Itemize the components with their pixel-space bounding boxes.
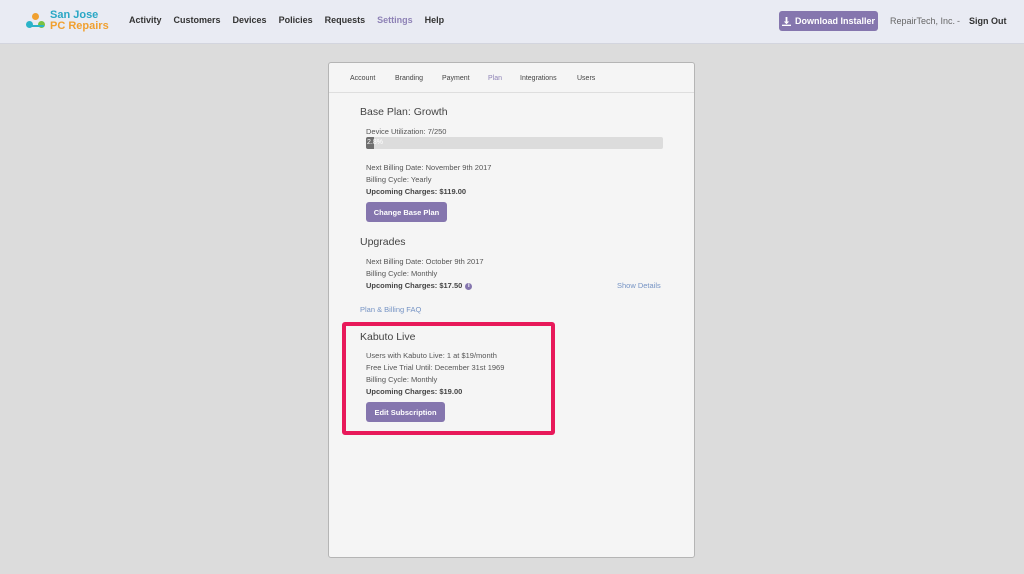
tab-payment[interactable]: Payment	[442, 75, 470, 82]
upgrades-upcoming-charges-row: Upcoming Charges: $17.50 i	[366, 281, 473, 290]
company-name: RepairTech, Inc.	[890, 16, 956, 26]
tab-integrations[interactable]: Integrations	[520, 75, 557, 82]
download-installer-label: Download Installer	[794, 16, 875, 26]
show-details-link[interactable]: Show Details	[617, 281, 661, 290]
device-utilization: Device Utilization: 7/250	[366, 127, 447, 136]
download-installer-button[interactable]: Download Installer	[779, 11, 878, 31]
company-logo[interactable]: San Jose PC Repairs	[26, 10, 109, 32]
sign-out-link[interactable]: Sign Out	[969, 16, 1007, 26]
main-nav: Activity Customers Devices Policies Requ…	[129, 15, 456, 25]
tab-account[interactable]: Account	[350, 75, 375, 82]
kabuto-live-billing-cycle: Billing Cycle: Monthly	[366, 375, 438, 384]
tab-users[interactable]: Users	[577, 75, 595, 82]
top-navigation-bar: San Jose PC Repairs Activity Customers D…	[0, 0, 1024, 44]
upgrades-billing-cycle: Billing Cycle: Monthly	[366, 269, 438, 278]
upgrades-next-billing: Next Billing Date: October 9th 2017	[366, 257, 484, 266]
logo-icon	[26, 11, 46, 31]
kabuto-live-title: Kabuto Live	[360, 331, 416, 343]
nav-policies[interactable]: Policies	[279, 15, 313, 25]
nav-requests[interactable]: Requests	[325, 15, 366, 25]
nav-help[interactable]: Help	[425, 15, 445, 25]
base-next-billing: Next Billing Date: November 9th 2017	[366, 163, 492, 172]
upgrades-upcoming-charges: Upcoming Charges: $17.50	[366, 281, 463, 290]
change-base-plan-button[interactable]: Change Base Plan	[366, 202, 447, 222]
tab-branding[interactable]: Branding	[395, 75, 423, 82]
progress-label: 2.8%	[367, 139, 383, 146]
nav-devices[interactable]: Devices	[233, 15, 267, 25]
nav-settings[interactable]: Settings	[377, 15, 413, 25]
upgrades-title: Upgrades	[360, 236, 406, 248]
logo-text-line2: PC Repairs	[50, 20, 109, 32]
plan-billing-faq-link[interactable]: Plan & Billing FAQ	[360, 305, 421, 314]
nav-customers[interactable]: Customers	[174, 15, 221, 25]
settings-panel: Account Branding Payment Plan Integratio…	[328, 62, 695, 558]
header-separator: -	[957, 16, 960, 26]
kabuto-live-free-trial: Free Live Trial Until: December 31st 196…	[366, 363, 505, 372]
tab-plan[interactable]: Plan	[488, 75, 502, 82]
kabuto-live-users: Users with Kabuto Live: 1 at $19/month	[366, 351, 497, 360]
base-upcoming-charges: Upcoming Charges: $119.00	[366, 187, 467, 196]
edit-subscription-button[interactable]: Edit Subscription	[366, 402, 445, 422]
base-plan-title: Base Plan: Growth	[360, 106, 448, 118]
kabuto-live-upcoming-charges: Upcoming Charges: $19.00	[366, 387, 463, 396]
nav-activity[interactable]: Activity	[129, 15, 162, 25]
device-utilization-progress: 2.8%	[366, 137, 663, 149]
settings-tabs: Account Branding Payment Plan Integratio…	[329, 63, 694, 93]
download-icon	[781, 16, 791, 26]
base-billing-cycle: Billing Cycle: Yearly	[366, 175, 432, 184]
info-icon[interactable]: i	[465, 282, 473, 290]
